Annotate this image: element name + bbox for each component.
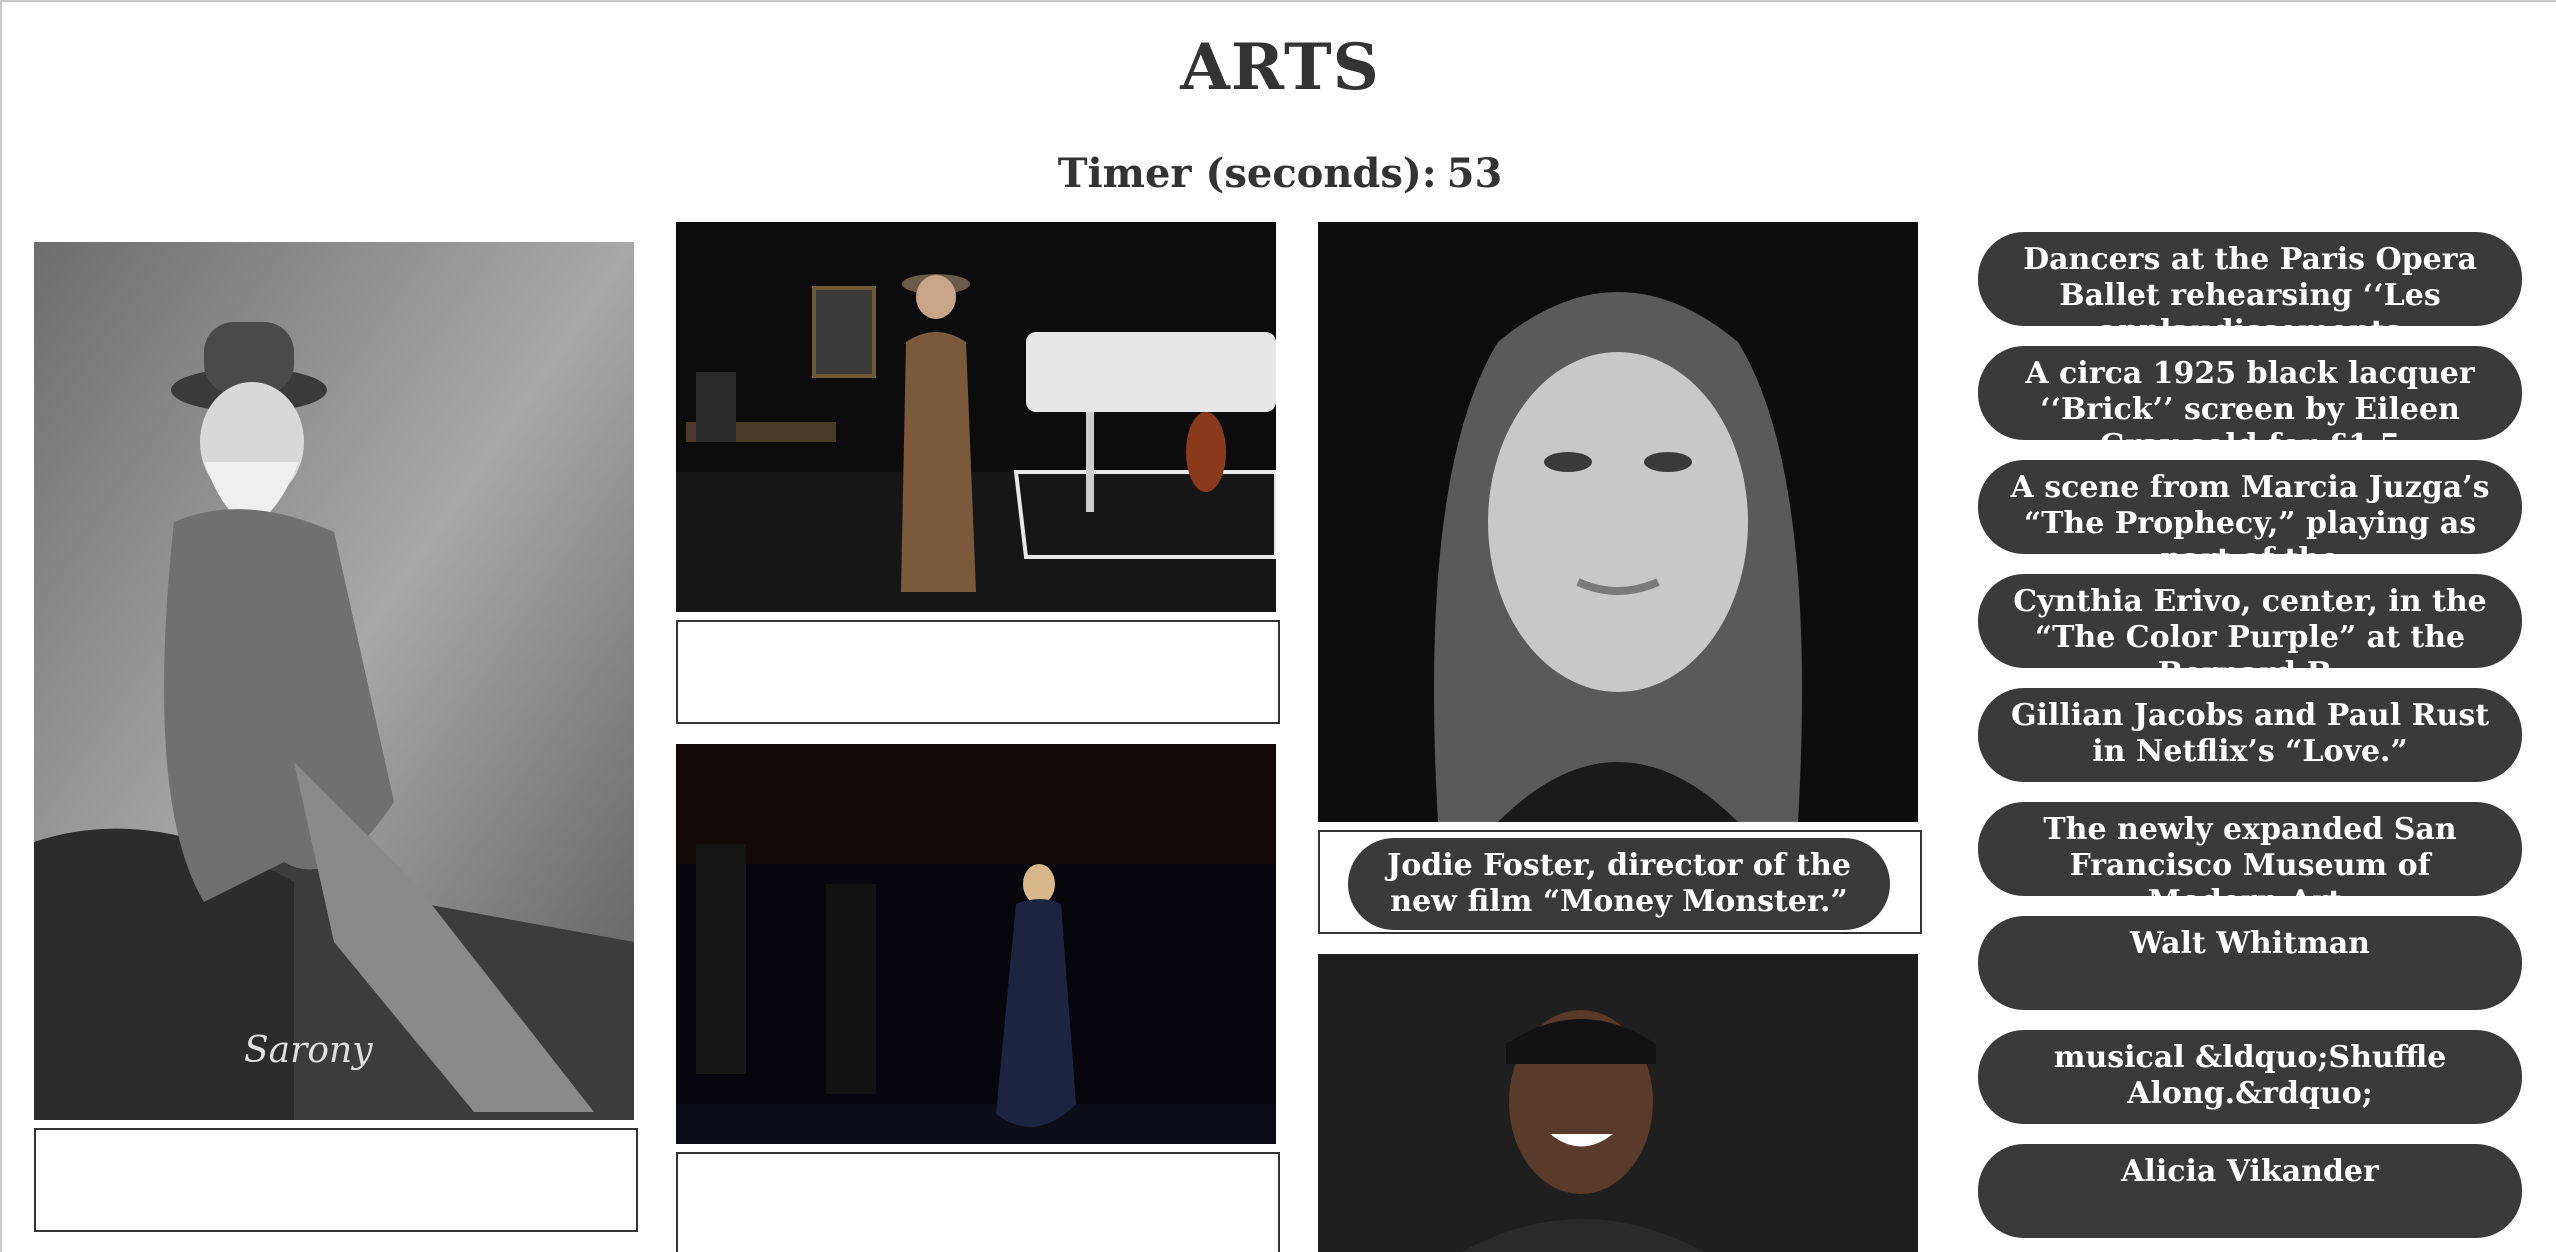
caption-chip-2[interactable]: A circa 1925 black lacquer ‘‘Brick’’ scr… [1978,346,2522,440]
caption-chip-9[interactable]: Alicia Vikander [1978,1144,2522,1238]
caption-drop-box-4[interactable]: Jodie Foster, director of the new film “… [1318,830,1922,934]
svg-text:Sarony: Sarony [244,1030,373,1071]
smiling-man-image [1318,954,1918,1252]
portrait-image [1318,222,1918,822]
caption-chip-5[interactable]: Gillian Jacobs and Paul Rust in Netflix’… [1978,688,2522,782]
caption-chip-text-2: A circa 1925 black lacquer ‘‘Brick’’ scr… [2025,356,2475,440]
walt-whitman-photo: Sarony [34,242,634,1120]
opera-performance-image [676,744,1276,1144]
smiling-man-photo [1318,954,1918,1252]
caption-chip-text-7: Walt Whitman [2130,926,2370,961]
placed-caption-chip[interactable]: Jodie Foster, director of the new film “… [1348,838,1890,930]
caption-chip-8[interactable]: musical &ldquo;Shuffle Along.&rdquo; [1978,1030,2522,1124]
caption-chip-text-9: Alicia Vikander [2121,1154,2379,1189]
walt-whitman-image: Sarony [34,242,634,1120]
caption-chip-4[interactable]: Cynthia Erivo, center, in the “The Color… [1978,574,2522,668]
page-title: ARTS [1180,30,1380,105]
caption-chip-text-8: musical &ldquo;Shuffle Along.&rdquo; [2053,1040,2447,1111]
caption-chip-text-6: The newly expanded San Francisco Museum … [2043,812,2457,896]
timer-label: Timer (seconds): [1057,150,1437,197]
stage-reading-photo [676,222,1276,612]
caption-chip-text-3: A scene from Marcia Juzga’s “The Prophec… [2010,470,2490,554]
placed-caption-text: Jodie Foster, director of the new film “… [1387,848,1851,919]
caption-drop-box-2[interactable] [676,620,1280,724]
caption-chip-text-1: Dancers at the Paris Opera Ballet rehear… [2023,242,2477,326]
opera-performance-photo [676,744,1276,1144]
timer: Timer (seconds): 53 [2,150,2556,197]
caption-drop-box-1[interactable] [34,1128,638,1232]
caption-chip-7[interactable]: Walt Whitman [1978,916,2522,1010]
caption-chip-text-5: Gillian Jacobs and Paul Rust in Netflix’… [2010,698,2490,769]
caption-chip-3[interactable]: A scene from Marcia Juzga’s “The Prophec… [1978,460,2522,554]
caption-chip-1[interactable]: Dancers at the Paris Opera Ballet rehear… [1978,232,2522,326]
caption-drop-box-3[interactable] [676,1152,1280,1252]
page: ARTS Timer (seconds): 53 Sarony Jodie Fo… [0,0,2556,1252]
caption-chip-text-4: Cynthia Erivo, center, in the “The Color… [2013,584,2487,668]
caption-chip-6[interactable]: The newly expanded San Francisco Museum … [1978,802,2522,896]
timer-value: 53 [1446,150,1503,197]
stage-reading-image [676,222,1276,612]
jodie-foster-portrait [1318,222,1918,822]
